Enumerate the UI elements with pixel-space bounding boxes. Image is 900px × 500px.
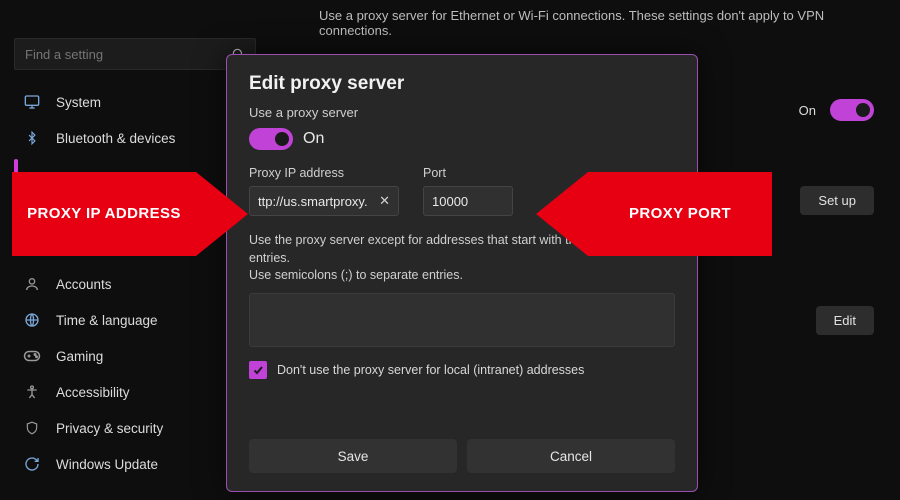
- edit-button[interactable]: Edit: [816, 306, 874, 335]
- sidebar-item-label: Accounts: [56, 277, 112, 292]
- edit-row: Edit: [690, 290, 890, 350]
- ip-field-label: Proxy IP address: [249, 166, 399, 180]
- search-box[interactable]: [14, 38, 256, 70]
- sidebar-item-bluetooth[interactable]: Bluetooth & devices: [14, 120, 256, 156]
- sidebar-item-label: Time & language: [56, 313, 158, 328]
- toggle-state-label: On: [303, 130, 324, 148]
- annotation-proxy-ip: PROXY IP ADDRESS: [12, 172, 248, 256]
- edit-proxy-dialog: Edit proxy server Use a proxy server On …: [226, 54, 698, 492]
- annotation-label: PROXY IP ADDRESS: [12, 172, 196, 256]
- ip-input-wrap[interactable]: ✕: [249, 186, 399, 216]
- annotation-label: PROXY PORT: [588, 172, 772, 256]
- dialog-title: Edit proxy server: [249, 73, 675, 95]
- checkbox-label: Don't use the proxy server for local (in…: [277, 363, 584, 377]
- sidebar-item-label: Bluetooth & devices: [56, 131, 175, 146]
- save-button[interactable]: Save: [249, 439, 457, 473]
- setup-button[interactable]: Set up: [800, 186, 874, 215]
- sidebar-item-privacy[interactable]: Privacy & security: [14, 410, 256, 446]
- auto-proxy-toggle[interactable]: [830, 99, 874, 121]
- exceptions-textarea[interactable]: [249, 293, 675, 347]
- arrow-left-icon: [536, 172, 588, 256]
- accounts-icon: [22, 274, 42, 294]
- proxy-ip-input[interactable]: [258, 194, 373, 209]
- bluetooth-icon: [22, 128, 42, 148]
- sidebar-item-label: Windows Update: [56, 457, 158, 472]
- system-icon: [22, 92, 42, 112]
- search-input[interactable]: [25, 47, 231, 62]
- port-input-wrap[interactable]: [423, 186, 513, 216]
- sidebar-item-accounts[interactable]: Accounts: [14, 266, 256, 302]
- sidebar-item-windows-update[interactable]: Windows Update: [14, 446, 256, 482]
- sidebar-item-label: Accessibility: [56, 385, 130, 400]
- sidebar-item-system[interactable]: System: [14, 84, 256, 120]
- proxy-port-input[interactable]: [432, 194, 504, 209]
- use-proxy-label: Use a proxy server: [249, 105, 675, 120]
- use-proxy-toggle[interactable]: [249, 128, 293, 150]
- auto-proxy-row: On: [690, 80, 890, 140]
- sidebar-item-label: Privacy & security: [56, 421, 163, 436]
- annotation-proxy-port: PROXY PORT: [536, 172, 772, 256]
- sidebar-item-label: Gaming: [56, 349, 103, 364]
- cancel-button[interactable]: Cancel: [467, 439, 675, 473]
- gaming-icon: [22, 346, 42, 366]
- clear-icon[interactable]: ✕: [379, 193, 390, 209]
- accessibility-icon: [22, 382, 42, 402]
- page-description: Use a proxy server for Ethernet or Wi-Fi…: [319, 8, 860, 38]
- sidebar-item-label: System: [56, 95, 101, 110]
- time-language-icon: [22, 310, 42, 330]
- sidebar-item-gaming[interactable]: Gaming: [14, 338, 256, 374]
- settings-sidebar: System Bluetooth & devices Accounts Time…: [14, 84, 256, 482]
- port-field-label: Port: [423, 166, 513, 180]
- on-label: On: [799, 103, 816, 118]
- windows-update-icon: [22, 454, 42, 474]
- shield-icon: [22, 418, 42, 438]
- arrow-right-icon: [196, 172, 248, 256]
- sidebar-item-accessibility[interactable]: Accessibility: [14, 374, 256, 410]
- sidebar-item-time-language[interactable]: Time & language: [14, 302, 256, 338]
- local-intranet-checkbox[interactable]: [249, 361, 267, 379]
